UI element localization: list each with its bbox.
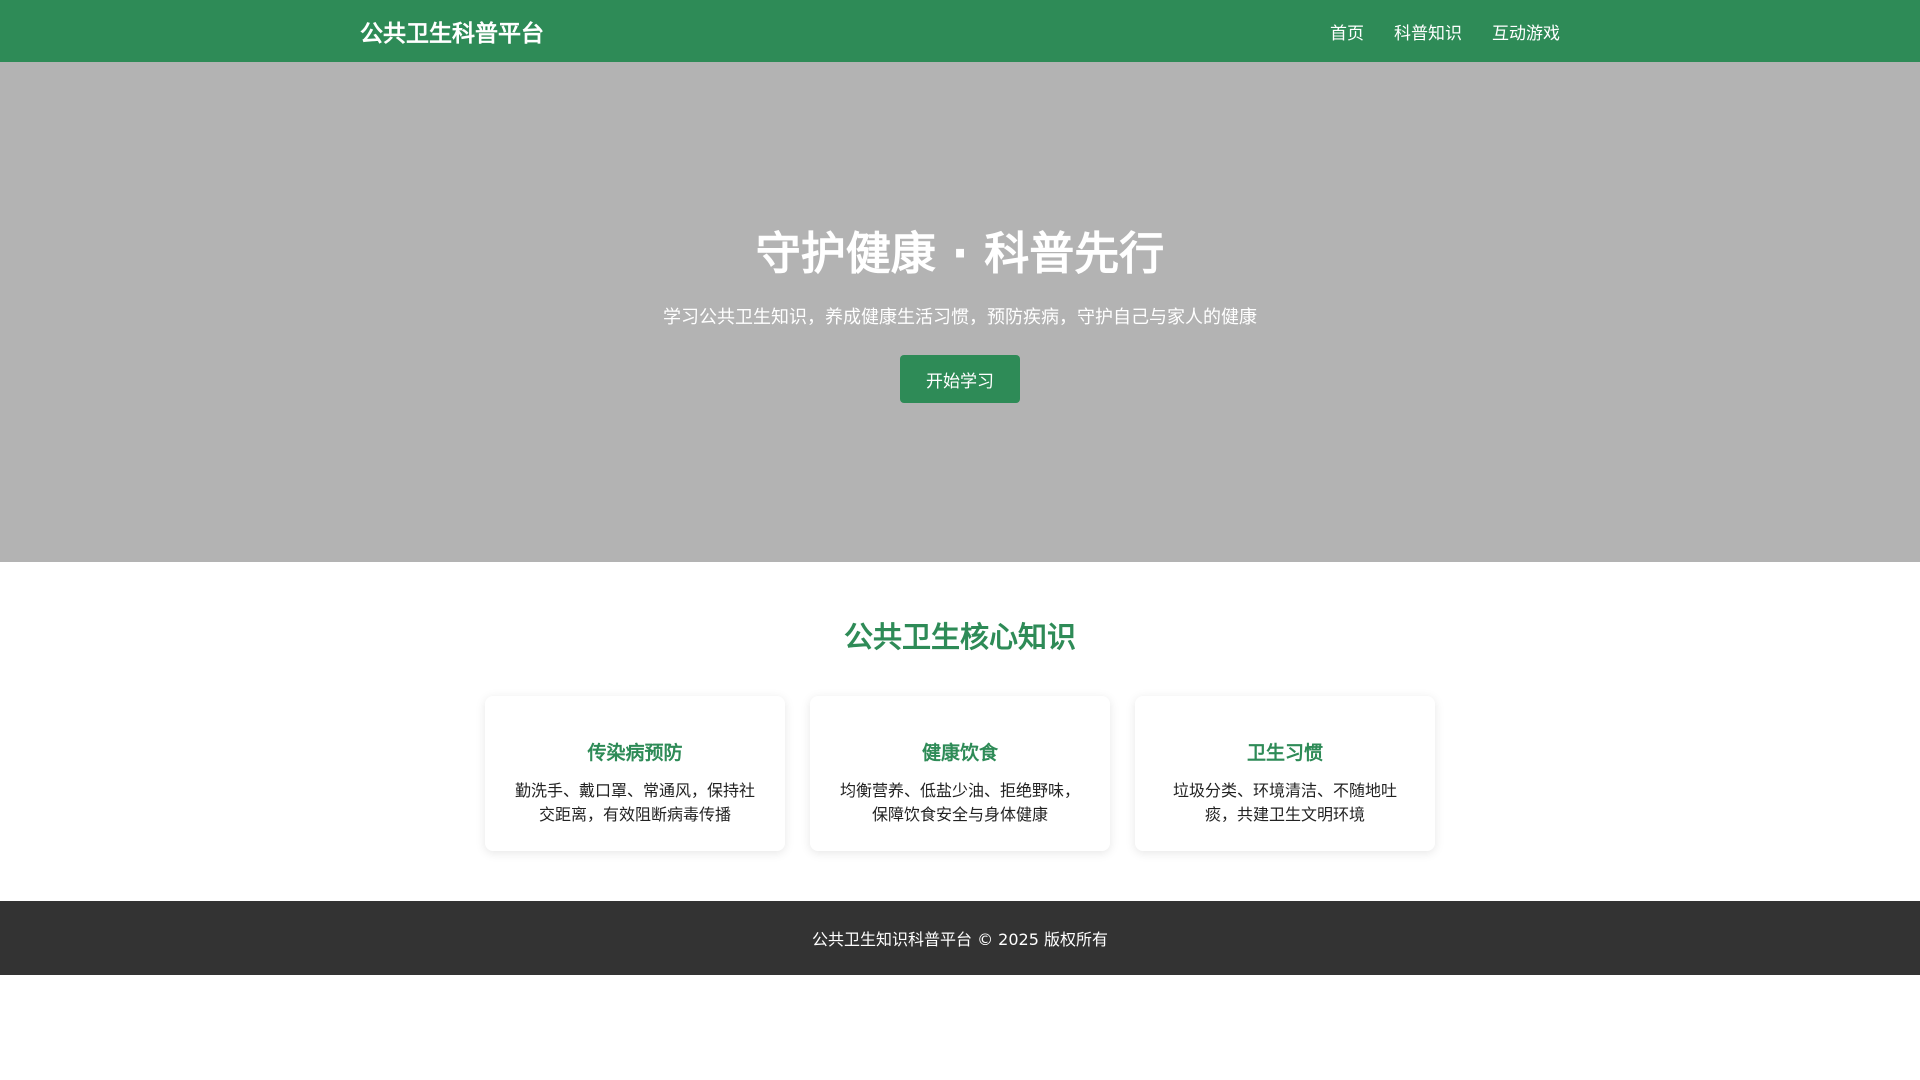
card-title: 卫生习惯 bbox=[1246, 742, 1323, 764]
card-text: 垃圾分类、环境清洁、不随地吐痰，共建卫生文明环境 bbox=[1172, 781, 1397, 824]
card-title: 健康饮食 bbox=[921, 742, 998, 764]
card-healthy-diet[interactable]: 健康饮食 均衡营养、低盐少油、拒绝野味，保障饮食安全与身体健康 bbox=[810, 696, 1110, 851]
nav-link-games[interactable]: 互动游戏 bbox=[1492, 19, 1560, 44]
card-text: 均衡营养、低盐少油、拒绝野味，保障饮食安全与身体健康 bbox=[839, 781, 1080, 824]
nav-links: 首页 科普知识 互动游戏 bbox=[1330, 19, 1560, 44]
nav-link-home[interactable]: 首页 bbox=[1330, 19, 1364, 44]
start-learning-button[interactable]: 开始学习 bbox=[900, 355, 1020, 403]
card-title: 传染病预防 bbox=[587, 742, 683, 764]
card-disease-prevention[interactable]: 传染病预防 勤洗手、戴口罩、常通风，保持社交距离，有效阻断病毒传播 bbox=[485, 696, 785, 851]
footer-copyright: 公共卫生知识科普平台 © 2025 版权所有 bbox=[812, 930, 1108, 949]
section-title: 公共卫生核心知识 bbox=[843, 620, 1076, 654]
site-logo[interactable]: 公共卫生科普平台 bbox=[360, 14, 544, 48]
hero-banner: 守护健康 · 科普先行 学习公共卫生知识，养成健康生活习惯，预防疾病，守护自己与… bbox=[0, 62, 1920, 562]
card-list: 传染病预防 勤洗手、戴口罩、常通风，保持社交距离，有效阻断病毒传播 健康饮食 均… bbox=[0, 696, 1920, 851]
knowledge-section: 公共卫生核心知识 传染病预防 勤洗手、戴口罩、常通风，保持社交距离，有效阻断病毒… bbox=[0, 562, 1920, 901]
top-nav: 公共卫生科普平台 首页 科普知识 互动游戏 bbox=[0, 0, 1920, 62]
nav-link-knowledge[interactable]: 科普知识 bbox=[1394, 19, 1462, 44]
card-hygiene-habits[interactable]: 卫生习惯 垃圾分类、环境清洁、不随地吐痰，共建卫生文明环境 bbox=[1135, 696, 1435, 851]
hero-title: 守护健康 · 科普先行 bbox=[755, 227, 1165, 280]
footer: 公共卫生知识科普平台 © 2025 版权所有 bbox=[0, 901, 1920, 975]
card-text: 勤洗手、戴口罩、常通风，保持社交距离，有效阻断病毒传播 bbox=[514, 781, 755, 824]
hero-subtitle: 学习公共卫生知识，养成健康生活习惯，预防疾病，守护自己与家人的健康 bbox=[663, 307, 1257, 328]
